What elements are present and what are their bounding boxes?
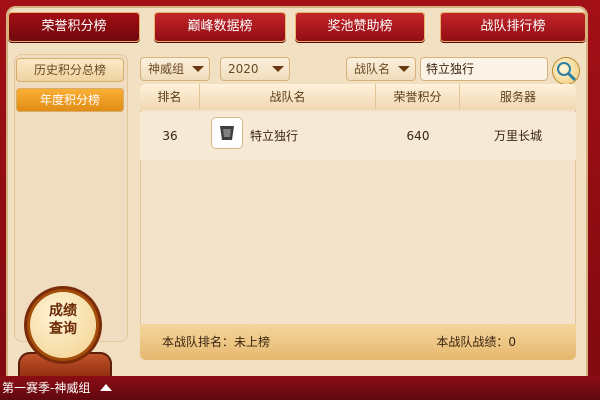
chevron-up-icon[interactable]: [100, 384, 112, 391]
col-points: 荣誉积分: [376, 84, 460, 110]
tab-peak-data[interactable]: 巅峰数据榜: [154, 12, 286, 42]
year-dropdown-value: 2020: [228, 62, 259, 76]
table-header: 排名 战队名 荣誉积分 服务器: [140, 84, 576, 110]
group-dropdown[interactable]: 神威组: [140, 57, 210, 81]
top-tabs: 荣誉积分榜 巅峰数据榜 奖池赞助榜 战队排行榜: [0, 12, 600, 42]
col-team: 战队名: [200, 84, 376, 110]
season-selector[interactable]: 第一赛季-神威组: [0, 376, 90, 400]
search-button[interactable]: [553, 58, 579, 84]
search-input[interactable]: 特立独行: [420, 57, 548, 81]
table-row[interactable]: 36 特立独行 640 万里长城: [140, 112, 576, 160]
score-query-button[interactable]: 成绩 查询: [30, 292, 96, 358]
tab-honor-points[interactable]: 荣誉积分榜: [8, 12, 140, 42]
tab-team-ranking[interactable]: 战队排行榜: [440, 12, 586, 42]
tab-prize-sponsor[interactable]: 奖池赞助榜: [295, 12, 425, 42]
chevron-down-icon: [192, 66, 204, 72]
team-rank-status: 本战队排名：未上榜: [162, 335, 271, 349]
bottom-bar: 第一赛季-神威组: [0, 376, 600, 400]
table-footer: 本战队排名：未上榜 本战队战绩：0: [140, 324, 576, 360]
ranking-table: 排名 战队名 荣誉积分 服务器 36 特立独行 640 万里长城 本战队排名：未…: [140, 84, 576, 360]
year-dropdown[interactable]: 2020: [220, 57, 290, 81]
cell-team: 特立独行: [250, 129, 299, 143]
score-query-label: 成绩 查询: [49, 303, 77, 337]
group-dropdown-value: 神威组: [148, 62, 185, 76]
chevron-down-icon: [272, 66, 284, 72]
team-logo-icon: [212, 118, 242, 148]
search-type-dropdown[interactable]: 战队名: [346, 57, 416, 81]
search-type-value: 战队名: [354, 62, 391, 76]
col-rank: 排名: [140, 84, 200, 110]
cell-server: 万里长城: [493, 129, 542, 143]
chevron-down-icon: [398, 66, 410, 72]
col-server: 服务器: [499, 90, 536, 104]
cell-points: 640: [406, 129, 430, 143]
search-icon: [557, 62, 577, 82]
cell-rank: 36: [162, 129, 178, 143]
sidebar-item-history-total[interactable]: 历史积分总榜: [16, 58, 124, 82]
sidebar-item-annual[interactable]: 年度积分榜: [16, 88, 124, 112]
team-record-status: 本战队战绩：0: [436, 335, 516, 349]
